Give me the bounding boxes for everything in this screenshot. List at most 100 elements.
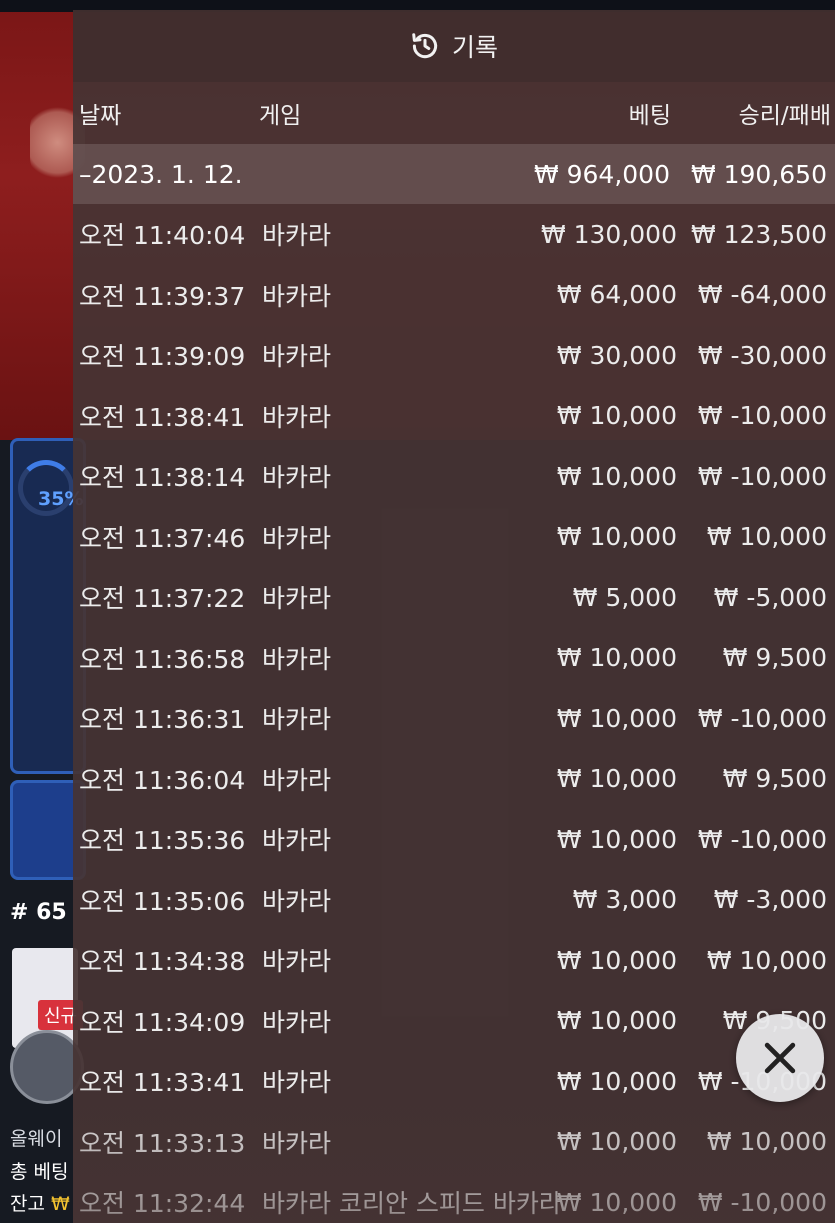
row-time: 오전 11:34:09 bbox=[79, 1007, 246, 1037]
row-bet: ₩ 10,000 bbox=[556, 703, 677, 733]
row-time: 오전 11:40:04 bbox=[79, 221, 246, 251]
history-panel: 기록 날짜 게임 베팅 승리/패배 –2023. 1. 12. ₩ 964,00… bbox=[73, 10, 835, 1223]
history-row[interactable]: 오전 11:34:38 바카라 ₩ 10,000 ₩ 10,000 bbox=[73, 930, 835, 991]
history-row[interactable]: 오전 11:35:36 바카라 ₩ 10,000 ₩ -10,000 bbox=[73, 809, 835, 870]
history-row[interactable]: 오전 11:38:41 바카라 ₩ 10,000 ₩ -10,000 bbox=[73, 386, 835, 447]
history-row[interactable]: 오전 11:32:44 바카라 코리안 스피드 바카라 ₩ 10,000 ₩ -10,… bbox=[73, 1172, 835, 1223]
date-group-label: –2023. 1. 12. bbox=[79, 159, 243, 189]
history-row[interactable]: 오전 11:36:31 바카라 ₩ 10,000 ₩ -10,000 bbox=[73, 688, 835, 749]
row-result: ₩ 10,000 bbox=[706, 945, 827, 975]
row-result: ₩ -3,000 bbox=[713, 885, 827, 915]
row-time: 오전 11:36:04 bbox=[79, 765, 246, 795]
row-result: ₩ 10,000 bbox=[706, 522, 827, 552]
row-game: 바카라 bbox=[262, 584, 332, 614]
row-time: 오전 11:36:58 bbox=[79, 644, 246, 674]
row-bet: ₩ 10,000 bbox=[556, 522, 677, 552]
close-icon bbox=[764, 1042, 796, 1074]
balance-label: 잔고 ₩ bbox=[10, 1189, 70, 1216]
row-time: 오전 11:33:41 bbox=[79, 1068, 246, 1098]
row-result: ₩ 9,500 bbox=[722, 764, 827, 794]
row-bet: ₩ 130,000 bbox=[540, 219, 677, 249]
column-headers: 날짜 게임 베팅 승리/패배 bbox=[73, 82, 835, 144]
row-bet: ₩ 10,000 bbox=[556, 401, 677, 431]
row-bet: ₩ 10,000 bbox=[556, 764, 677, 794]
row-time: 오전 11:38:14 bbox=[79, 463, 246, 493]
row-game: 바카라 bbox=[262, 644, 332, 674]
history-row[interactable]: 오전 11:33:41바카라₩ 10,000₩ -10,000 bbox=[73, 1051, 835, 1112]
history-row[interactable]: 오전 11:40:04 바카라 ₩ 130,000 ₩ 123,500 bbox=[73, 204, 835, 265]
date-group-row[interactable]: –2023. 1. 12. ₩ 964,000 ₩ 190,650 bbox=[73, 144, 835, 204]
row-result: ₩ 123,500 bbox=[690, 219, 827, 249]
row-time: 오전 11:37:46 bbox=[79, 523, 246, 553]
row-bet: ₩ 30,000 bbox=[556, 340, 677, 370]
row-game: 바카라 bbox=[262, 281, 332, 311]
history-list: 오전 11:40:04 바카라 ₩ 130,000 ₩ 123,500 오전 11:39… bbox=[73, 204, 835, 1223]
close-button[interactable] bbox=[736, 1014, 824, 1102]
history-row[interactable]: 오전 11:38:14 바카라 ₩ 10,000 ₩ -10,000 bbox=[73, 446, 835, 507]
row-bet: ₩ 10,000 bbox=[556, 1127, 677, 1157]
row-game: 바카라 bbox=[262, 947, 332, 977]
row-bet: ₩ 10,000 bbox=[556, 824, 677, 854]
row-time: 오전 11:35:06 bbox=[79, 886, 246, 916]
row-time: 오전 11:33:13 bbox=[79, 1128, 246, 1158]
row-result: ₩ -10,000 bbox=[697, 461, 827, 491]
row-bet: ₩ 64,000 bbox=[556, 280, 677, 310]
row-game: 바카라 bbox=[262, 705, 332, 735]
history-row[interactable]: 오전 11:39:37 바카라 ₩ 64,000 ₩ -64,000 bbox=[73, 265, 835, 326]
row-result: ₩ -5,000 bbox=[713, 582, 827, 612]
row-game: 바카라 bbox=[262, 523, 332, 553]
round-number: # 65 bbox=[10, 900, 67, 925]
history-row[interactable]: 오전 11:33:13 바카라 ₩ 10,000 ₩ 10,000 bbox=[73, 1112, 835, 1173]
row-game: 바카라 bbox=[262, 886, 332, 916]
column-result: 승리/패배 bbox=[738, 103, 831, 129]
row-bet: ₩ 10,000 bbox=[556, 643, 677, 673]
row-result: ₩ 10,000 bbox=[706, 1127, 827, 1157]
row-bet: ₩ 10,000 bbox=[556, 1006, 677, 1036]
date-group-result: ₩ 190,650 bbox=[690, 159, 827, 189]
date-group-bet: ₩ 964,000 bbox=[533, 159, 670, 189]
row-time: 오전 11:39:37 bbox=[79, 281, 246, 311]
row-result: ₩ -10,000 bbox=[697, 401, 827, 431]
row-bet: ₩ 10,000 bbox=[556, 945, 677, 975]
column-bet: 베팅 bbox=[628, 103, 671, 129]
history-row[interactable]: 오전 11:39:09 바카라 ₩ 30,000 ₩ -30,000 bbox=[73, 325, 835, 386]
balance-currency: ₩ bbox=[51, 1193, 70, 1215]
row-time: 오전 11:36:31 bbox=[79, 705, 246, 735]
total-bet-label: 총 베팅 bbox=[10, 1161, 69, 1183]
row-result: ₩ -10,000 bbox=[697, 703, 827, 733]
row-game: 바카라 bbox=[262, 826, 332, 856]
row-result: ₩ -30,000 bbox=[697, 340, 827, 370]
history-row[interactable]: 오전 11:36:04 바카라 ₩ 10,000 ₩ 9,500 bbox=[73, 749, 835, 810]
history-row[interactable]: 오전 11:37:22 바카라 ₩ 5,000 ₩ -5,000 bbox=[73, 567, 835, 628]
history-row[interactable]: 오전 11:35:06 바카라 ₩ 3,000 ₩ -3,000 bbox=[73, 870, 835, 931]
row-time: 오전 11:39:09 bbox=[79, 342, 246, 372]
row-bet: ₩ 5,000 bbox=[572, 582, 677, 612]
row-time: 오전 11:35:36 bbox=[79, 826, 246, 856]
row-result: ₩ 9,500 bbox=[722, 643, 827, 673]
row-result: ₩ -64,000 bbox=[697, 280, 827, 310]
row-game: 바카라 bbox=[262, 765, 332, 795]
history-row[interactable]: 오전 11:37:46 바카라 ₩ 10,000 ₩ 10,000 bbox=[73, 507, 835, 568]
row-game: 바카라 bbox=[262, 402, 332, 432]
history-row[interactable]: 오전 11:36:58 바카라 ₩ 10,000 ₩ 9,500 bbox=[73, 628, 835, 689]
row-game: 바카라 bbox=[262, 342, 332, 372]
column-game: 게임 bbox=[259, 103, 302, 129]
table-name: 올웨이 bbox=[10, 1128, 63, 1150]
row-game: 바카라 bbox=[262, 1007, 332, 1037]
row-time: 오전 11:37:22 bbox=[79, 584, 246, 614]
row-game: 바카라 코리안 스피드 바카라 bbox=[262, 1189, 562, 1219]
row-time: 오전 11:34:38 bbox=[79, 947, 246, 977]
panel-title: 기록 bbox=[451, 33, 498, 62]
row-bet: ₩ 3,000 bbox=[572, 885, 677, 915]
row-game: 바카라 bbox=[262, 1068, 332, 1098]
row-bet: ₩ 10,000 bbox=[556, 1187, 677, 1217]
row-game: 바카라 bbox=[262, 221, 332, 251]
panel-header: 기록 bbox=[73, 10, 835, 82]
row-game: 바카라 bbox=[262, 1128, 332, 1158]
row-result: ₩ -10,000 bbox=[697, 1187, 827, 1217]
row-result: ₩ -10,000 bbox=[697, 824, 827, 854]
history-row[interactable]: 오전 11:34:09바카라₩ 10,000₩ 9,500 bbox=[73, 991, 835, 1052]
row-time: 오전 11:38:41 bbox=[79, 402, 246, 432]
column-date: 날짜 bbox=[79, 103, 122, 129]
history-icon bbox=[412, 33, 438, 59]
